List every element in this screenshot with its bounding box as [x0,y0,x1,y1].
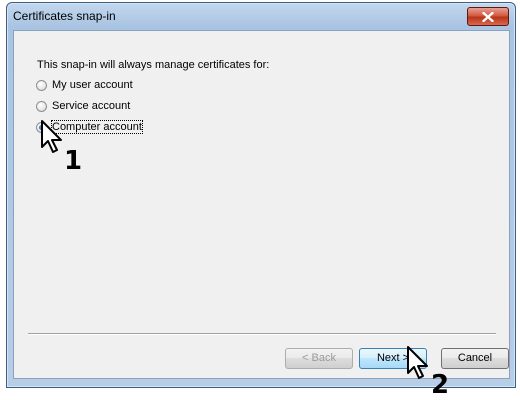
dialog-window: Certificates snap-in This snap-in will a… [6,2,516,388]
option-label: Service account [52,100,131,112]
title-bar: Certificates snap-in [7,3,515,29]
option-label: Computer account [51,120,143,134]
mouse-pointer-icon [41,120,62,153]
mouse-pointer-icon [407,346,428,379]
option-my-user-account[interactable]: My user account [36,79,133,91]
prompt-text: This snap-in will always manage certific… [37,59,270,71]
option-label: My user account [52,79,133,91]
step-number-1: 1 [64,146,83,176]
cancel-button[interactable]: Cancel [441,348,509,369]
dialog-content: This snap-in will always manage certific… [13,30,510,379]
radio-button[interactable] [36,100,47,112]
separator [28,333,496,335]
step-number-2: 2 [431,370,450,400]
back-button[interactable]: < Back [285,348,353,369]
option-service-account[interactable]: Service account [36,100,130,112]
radio-button[interactable] [36,79,47,91]
close-button[interactable] [467,7,509,26]
close-icon [482,11,494,22]
window-title: Certificates snap-in [13,9,116,23]
